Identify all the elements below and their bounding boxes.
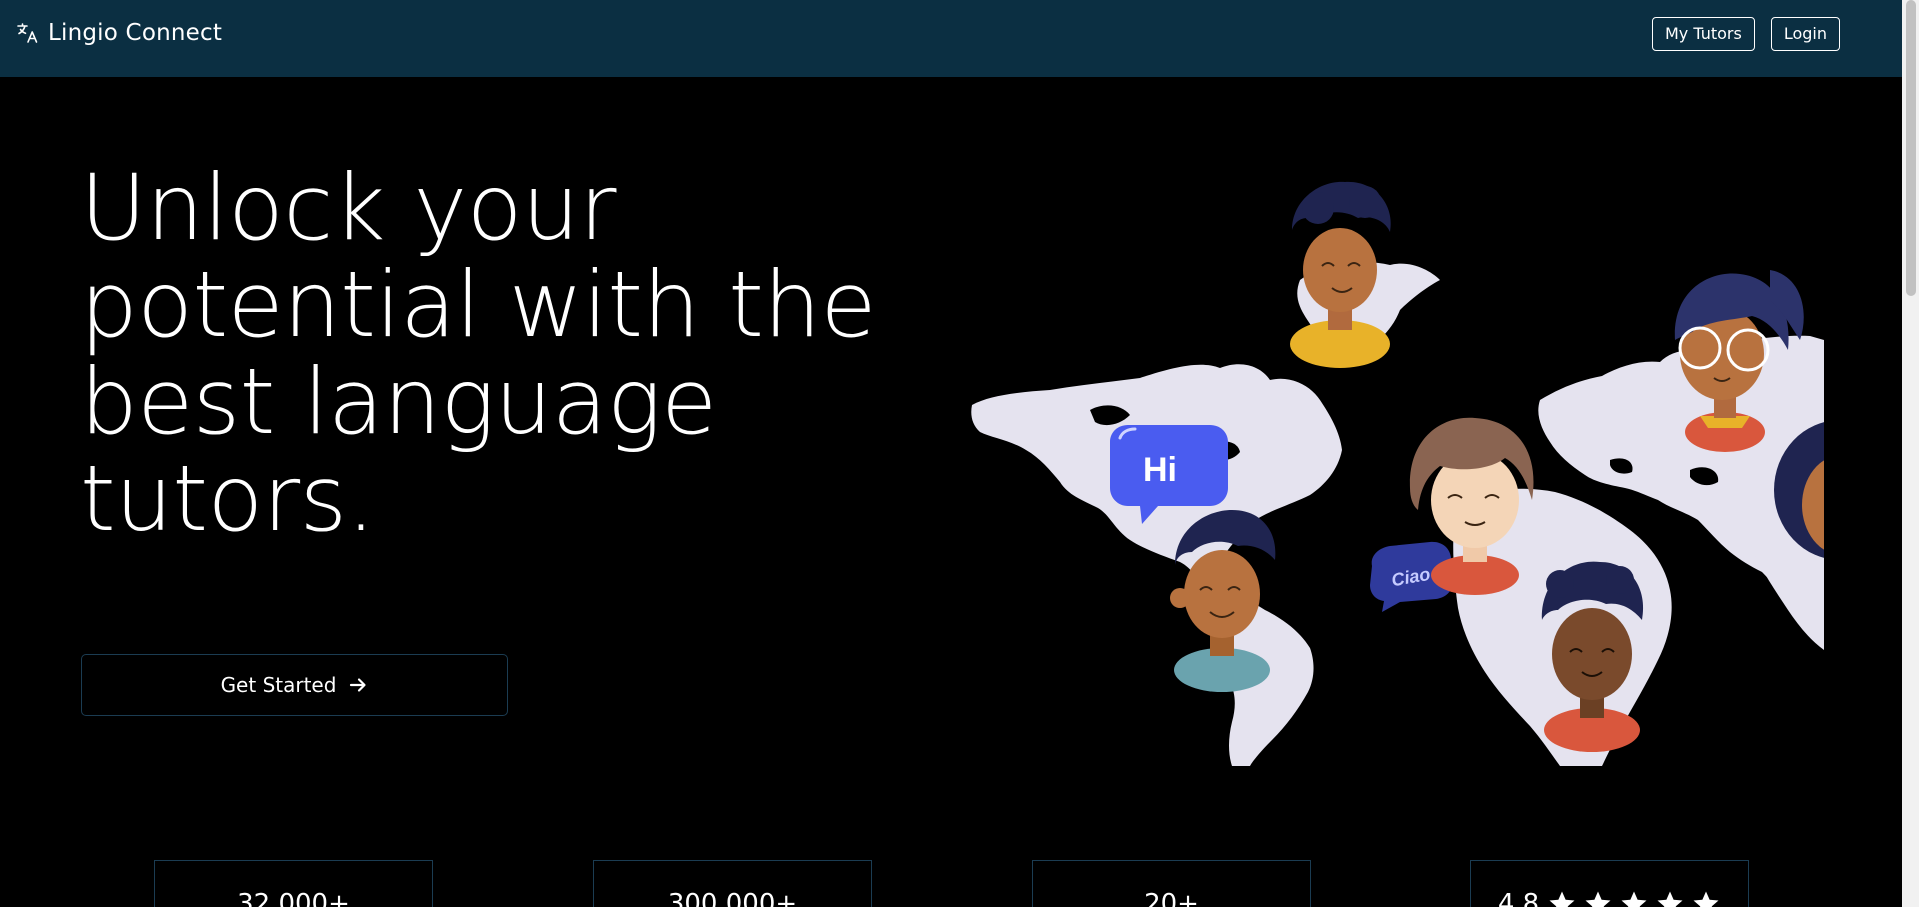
stat-card-rating: 4.8 <box>1470 860 1749 907</box>
vertical-scrollbar[interactable] <box>1902 0 1919 907</box>
login-button[interactable]: Login <box>1770 16 1840 51</box>
character-bottom <box>1541 561 1644 752</box>
character-left <box>1170 510 1276 692</box>
navbar: Lingio Connect My Tutors Login <box>0 0 1902 77</box>
rating-stars <box>1547 889 1721 907</box>
rating: 4.8 <box>1498 889 1721 907</box>
stats-row: 32,000+ 300,000+ 20+ 4.8 <box>0 860 1902 907</box>
scrollbar-thumb[interactable] <box>1906 0 1916 296</box>
my-tutors-button[interactable]: My Tutors <box>1652 16 1755 51</box>
world-map-illustration: Hi Ciao <box>971 181 1824 766</box>
get-started-button[interactable]: Get Started <box>81 654 508 716</box>
hero-title: Unlock your potential with the best lang… <box>80 156 877 552</box>
nav-actions: My Tutors Login <box>1652 16 1840 51</box>
hi-bubble-text: Hi <box>1143 451 1177 489</box>
star-icon <box>1549 891 1575 907</box>
brand[interactable]: Lingio Connect <box>16 20 222 46</box>
page: Lingio Connect My Tutors Login Unlock yo… <box>0 0 1919 907</box>
brand-name: Lingio Connect <box>48 19 223 46</box>
character-top <box>1290 181 1391 368</box>
stat-card-reviews: 300,000+ <box>593 860 872 907</box>
rating-value: 4.8 <box>1497 889 1540 907</box>
star-icon <box>1693 891 1719 907</box>
hero-illustration: Hi Ciao <box>970 170 1824 766</box>
stat-value: 300,000+ <box>667 889 798 907</box>
stat-value: 32,000+ <box>237 889 350 907</box>
star-icon <box>1621 891 1647 907</box>
translate-icon <box>17 22 38 43</box>
stat-value: 20+ <box>1144 889 1199 907</box>
arrow-right-icon <box>350 678 367 692</box>
star-icon <box>1657 891 1683 907</box>
stat-card-tutors: 32,000+ <box>154 860 433 907</box>
star-icon <box>1585 891 1611 907</box>
get-started-label: Get Started <box>220 673 337 697</box>
stat-card-languages: 20+ <box>1032 860 1311 907</box>
